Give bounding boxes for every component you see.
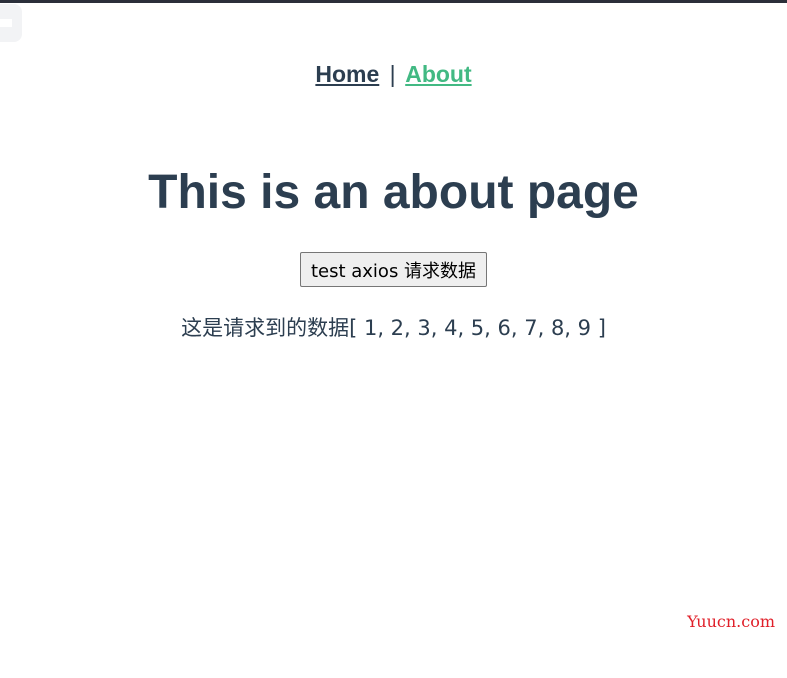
result-prefix: 这是请求到的数据 [181, 316, 350, 340]
page-title: This is an about page [148, 166, 639, 219]
corner-tab-mark [0, 19, 12, 27]
nav-separator: | [389, 61, 396, 87]
result-values: [ 1, 2, 3, 4, 5, 6, 7, 8, 9 ] [349, 316, 606, 340]
nav-link-home[interactable]: Home [315, 61, 379, 87]
result-text: 这是请求到的数据[ 1, 2, 3, 4, 5, 6, 7, 8, 9 ] [0, 312, 787, 344]
nav-link-about[interactable]: About [405, 61, 471, 87]
window-top-border [0, 0, 787, 3]
button-container: test axios 请求数据 [0, 252, 787, 287]
nav-bar: Home | About [0, 60, 787, 88]
watermark-text: Yuucn.com [687, 612, 775, 631]
test-axios-button[interactable]: test axios 请求数据 [299, 252, 488, 287]
corner-tab [0, 4, 22, 42]
